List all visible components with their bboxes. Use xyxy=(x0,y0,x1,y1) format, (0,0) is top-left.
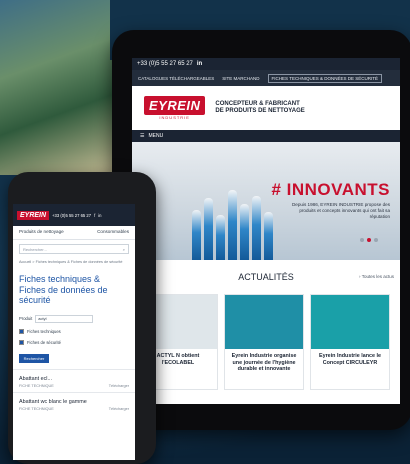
carousel-dots[interactable] xyxy=(360,238,378,242)
checkbox[interactable] xyxy=(19,339,24,345)
tablet-quick-links: CATALOGUES TÉLÉCHARGEABLES SITE MARCHAND… xyxy=(132,70,400,86)
nav-products[interactable]: Produits de nettoyage xyxy=(19,229,64,236)
tablet-screen: +33 (0)5 55 27 65 27 in CATALOGUES TÉLÉC… xyxy=(132,58,400,404)
news-section-header: ACTUALITÉS › Toutes les actus xyxy=(132,260,400,294)
checkbox-label: Fiches de sécurité xyxy=(27,339,61,345)
phone-number[interactable]: +33 (0)5 55 27 65 27 xyxy=(137,61,193,67)
phone-screen: EYREIN +33 (0)5 55 27 65 27 f in Produit… xyxy=(13,204,135,460)
download-link[interactable]: Télécharger xyxy=(109,384,129,388)
safety-sheets-link[interactable]: FICHES TECHNIQUES & DONNÉES DE SÉCURITÉ xyxy=(267,73,382,83)
news-card[interactable]: Eyrein Industrie lance le Concept CIRCUL… xyxy=(310,294,390,390)
test-tube-image xyxy=(216,215,225,260)
news-title: ACTUALITÉS xyxy=(238,272,294,282)
product-field-label: Produit xyxy=(19,316,33,321)
page-title: Fiches techniques & Fiches de données de… xyxy=(19,274,108,305)
hamburger-icon[interactable]: ☰ xyxy=(140,133,144,139)
hero-title: # INNOVANTS xyxy=(271,180,390,199)
phone-number[interactable]: +33 (0)5 55 27 65 27 xyxy=(52,213,91,218)
menu-bar[interactable]: ☰ MENU xyxy=(132,130,400,142)
search-button[interactable]: Rechercher xyxy=(19,353,49,363)
result-type: FICHE TECHNIQUE xyxy=(19,383,54,388)
checkbox-label: Fiches techniques xyxy=(27,328,61,334)
result-item[interactable]: Abattant ecl... FICHE TECHNIQUE Téléchar… xyxy=(13,368,135,392)
result-item[interactable]: Abattant wc blanc le gamme FICHE TECHNIQ… xyxy=(13,391,135,415)
result-title: Abattant wc blanc le gamme xyxy=(19,398,87,405)
news-card-title: Eyrein Industrie organise une journée de… xyxy=(231,353,297,372)
search-placeholder: Rechercher... xyxy=(23,246,47,252)
phone-nav: Produits de nettoyage Consommables xyxy=(13,226,135,240)
logo-text: EYREIN xyxy=(144,96,206,115)
linkedin-icon[interactable]: in xyxy=(197,61,202,67)
logo[interactable]: EYREIN INDUSTRIE xyxy=(144,96,206,120)
hero-banner: # INNOVANTS Depuis 1986, EYREIN INDUSTRI… xyxy=(132,142,400,260)
test-tube-image xyxy=(264,212,273,260)
search-icon[interactable]: ⌕ xyxy=(123,247,125,252)
news-card-image xyxy=(225,295,303,349)
news-card[interactable]: Eyrein Industrie organise une journée de… xyxy=(224,294,304,390)
news-card-title: Eyrein Industrie lance le Concept CIRCUL… xyxy=(318,353,382,366)
checkbox-row[interactable]: Fiches de sécurité xyxy=(13,337,135,348)
facebook-icon[interactable]: f xyxy=(94,213,95,218)
all-news-label: Toutes les actus xyxy=(361,274,394,279)
checkbox[interactable] xyxy=(19,328,24,334)
menu-label: MENU xyxy=(148,133,164,139)
test-tube-image xyxy=(228,190,237,260)
test-tube-image xyxy=(192,210,201,260)
test-tube-image xyxy=(252,196,261,260)
product-field-row: Produit actyl xyxy=(13,312,135,326)
result-meta: FICHE TECHNIQUE Télécharger xyxy=(19,407,129,411)
hero-text: Depuis 1986, EYREIN INDUSTRIE propose de… xyxy=(291,202,390,219)
carousel-dot-active[interactable] xyxy=(367,238,371,242)
linkedin-icon[interactable]: in xyxy=(98,213,101,218)
test-tube-image xyxy=(204,198,213,260)
tagline-line-2: DE PRODUITS DE NETTOYAGE xyxy=(215,108,305,114)
news-cards: ACTYL N obtient l'ECOLABEL Eyrein Indust… xyxy=(132,294,400,390)
tablet-header: EYREIN INDUSTRIE CONCEPTEUR & FABRICANT … xyxy=(132,86,400,130)
catalogues-link[interactable]: CATALOGUES TÉLÉCHARGEABLES xyxy=(138,76,214,81)
test-tube-image xyxy=(240,204,249,260)
result-meta: FICHE TECHNIQUE Télécharger xyxy=(19,384,129,388)
breadcrumb[interactable]: Accueil > Fiches techniques & Fiches de … xyxy=(13,258,135,266)
tablet-topbar: +33 (0)5 55 27 65 27 in xyxy=(132,58,400,70)
all-news-link[interactable]: › Toutes les actus xyxy=(359,274,394,279)
carousel-dot[interactable] xyxy=(360,238,364,242)
logo-subtitle: INDUSTRIE xyxy=(159,115,190,120)
carousel-dot[interactable] xyxy=(374,238,378,242)
shop-link[interactable]: SITE MARCHAND xyxy=(222,76,259,81)
checkbox-row[interactable]: Fiches techniques xyxy=(13,326,135,337)
nav-consumables[interactable]: Consommables xyxy=(97,229,129,236)
news-card-image xyxy=(311,295,389,349)
tagline-line-1: CONCEPTEUR & FABRICANT xyxy=(215,101,300,107)
chevron-right-icon: › xyxy=(359,274,361,279)
download-link[interactable]: Télécharger xyxy=(109,407,129,411)
result-title: Abattant ecl... xyxy=(19,375,52,382)
phone-logo[interactable]: EYREIN xyxy=(17,210,50,220)
phone-header: EYREIN +33 (0)5 55 27 65 27 f in xyxy=(13,204,135,226)
result-type: FICHE TECHNIQUE xyxy=(19,406,54,411)
tagline: CONCEPTEUR & FABRICANT DE PRODUITS DE NE… xyxy=(215,101,304,115)
product-field[interactable]: actyl xyxy=(35,314,94,323)
search-input[interactable]: Rechercher... ⌕ xyxy=(19,244,129,254)
